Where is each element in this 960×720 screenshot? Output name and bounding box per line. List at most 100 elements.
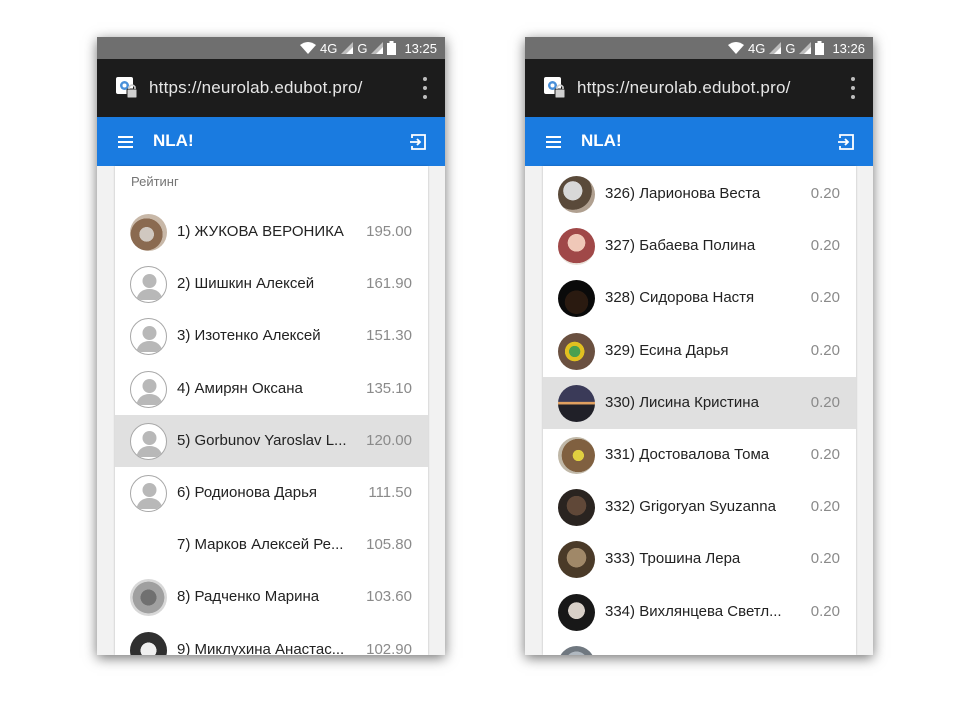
- signal-icon: [769, 42, 782, 54]
- list-item-name: 332) Grigoryan Syuzanna: [605, 498, 776, 516]
- list-item-score: 195.00: [366, 223, 412, 240]
- network-type-2: G: [785, 40, 796, 56]
- network-type-1: 4G: [747, 40, 766, 56]
- clock: 13:25: [404, 40, 437, 56]
- list-item-score: 0.20: [810, 185, 840, 202]
- signal-icon: [799, 42, 812, 54]
- wifi-icon: [299, 42, 316, 54]
- list-item-name: 334) Вихлянцева Светл...: [605, 602, 782, 620]
- list-item[interactable]: 330) Лисина Кристина 0.20: [543, 376, 856, 429]
- list-item-name: 3) Изотенко Алексей: [177, 327, 321, 345]
- list-item-score: 102.90: [366, 640, 412, 655]
- url-text[interactable]: https://neurolab.edubot.pro/: [149, 78, 363, 98]
- list-item[interactable]: 2) Шишкин Алексей 161.90: [115, 258, 428, 310]
- list-item-name: 2) Шишкин Алексей: [177, 275, 315, 293]
- list-item-score: 111.50: [368, 484, 412, 501]
- list-item[interactable]: 3) Изотенко Алексей 151.30: [115, 310, 428, 362]
- list-item-name: 333) Трошина Лера: [605, 550, 741, 568]
- list-item-name: 4) Амирян Оксана: [177, 379, 303, 397]
- avatar: [130, 631, 167, 655]
- user-silhouette-icon: [130, 266, 167, 304]
- list-item[interactable]: 328) Сидорова Настя 0.20: [543, 272, 856, 324]
- list-item-score: 151.30: [366, 327, 412, 345]
- user-silhouette-icon: [130, 422, 167, 460]
- list-item[interactable]: 331) Достовалова Тома 0.20: [543, 429, 856, 481]
- site-security-icon[interactable]: [115, 76, 139, 100]
- avatar: [558, 489, 595, 527]
- signal-icon: [371, 42, 384, 54]
- more-vert-icon[interactable]: [849, 77, 857, 99]
- list-item-score: 120.00: [366, 431, 412, 449]
- list-item-name: 331) Достовалова Тома: [605, 446, 770, 463]
- browser-url-bar[interactable]: https://neurolab.edubot.pro/: [525, 59, 873, 117]
- list-item-name: 326) Ларионова Веста: [605, 185, 761, 202]
- list-item-score: 0.20: [810, 341, 840, 359]
- list-item[interactable]: 6) Родионова Дарья 111.50: [115, 467, 428, 519]
- url-text[interactable]: https://neurolab.edubot.pro/: [577, 78, 791, 98]
- list-item[interactable]: 8) Радченко Марина 103.60: [115, 571, 428, 623]
- status-bar: 4G G 13:26: [525, 37, 873, 59]
- avatar: [558, 228, 595, 266]
- rating-list[interactable]: 326) Ларионова Веста 0.20 327) Бабаева Пол…: [543, 166, 856, 655]
- battery-icon: [387, 41, 397, 55]
- list-item-name: 1) ЖУКОВА ВЕРОНИКА: [177, 223, 344, 240]
- list-item[interactable]: [543, 638, 856, 655]
- list-item-score: 0.20: [810, 550, 840, 568]
- avatar: [130, 579, 167, 617]
- clock: 13:26: [832, 40, 865, 56]
- app-title: NLA!: [581, 131, 622, 150]
- list-item-score: 0.20: [810, 498, 840, 516]
- wifi-icon: [727, 42, 744, 54]
- list-item-score: 0.20: [810, 289, 840, 307]
- list-item-name: 329) Есина Дарья: [605, 341, 729, 359]
- battery-icon: [815, 41, 825, 55]
- logout-icon[interactable]: [409, 133, 427, 151]
- list-item-name: 7) Марков Алексей Ре...: [177, 536, 344, 554]
- list-item[interactable]: 333) Трошина Лера 0.20: [543, 533, 856, 585]
- network-type-1: 4G: [319, 40, 338, 56]
- list-item[interactable]: 9) Миклухина Анастас... 102.90: [115, 624, 428, 655]
- list-item-score: 135.10: [366, 379, 412, 397]
- avatar: [130, 214, 167, 251]
- user-silhouette-icon: [130, 475, 167, 512]
- avatar: [558, 332, 595, 370]
- browser-url-bar[interactable]: https://neurolab.edubot.pro/: [97, 59, 445, 117]
- app-toolbar: NLA!: [97, 117, 445, 166]
- avatar: [558, 593, 595, 631]
- list-item-score: 103.60: [366, 588, 412, 606]
- list-item-score: 0.20: [810, 237, 840, 255]
- list-item-name: 9) Миклухина Анастас...: [177, 640, 345, 655]
- list-item[interactable]: 334) Вихлянцева Светл... 0.20: [543, 586, 856, 638]
- logout-icon[interactable]: [837, 133, 855, 151]
- more-vert-icon[interactable]: [421, 77, 429, 99]
- list-item-name: 328) Сидорова Настя: [605, 289, 755, 307]
- list-item[interactable]: 5) Gorbunov Yaroslav L... 120.00: [115, 414, 428, 467]
- list-item[interactable]: 326) Ларионова Веста 0.20: [543, 168, 856, 220]
- list-item[interactable]: 327) Бабаева Полина 0.20: [543, 220, 856, 272]
- list-item-score: 105.80: [366, 536, 412, 554]
- list-item[interactable]: 329) Есина Дарья 0.20: [543, 325, 856, 377]
- avatar: [558, 541, 595, 579]
- app-toolbar: NLA!: [525, 117, 873, 166]
- network-type-2: G: [357, 40, 368, 56]
- avatar: [558, 437, 595, 474]
- list-item[interactable]: 1) ЖУКОВА ВЕРОНИКА 195.00: [115, 206, 428, 258]
- app-title: NLA!: [153, 131, 194, 150]
- hamburger-menu-icon[interactable]: [118, 136, 133, 148]
- list-item-score: 0.20: [810, 393, 840, 411]
- status-bar: 4G G 13:25: [97, 37, 445, 59]
- list-item-score: 0.20: [810, 446, 840, 463]
- list-item-name: 5) Gorbunov Yaroslav L...: [177, 431, 347, 449]
- avatar: [558, 384, 595, 422]
- rating-list[interactable]: Рейтинг 1) ЖУКОВА ВЕРОНИКА 195.00 2) Шишки…: [115, 166, 428, 655]
- list-item[interactable]: 4) Амирян Оксана 135.10: [115, 363, 428, 415]
- signal-icon: [341, 42, 354, 54]
- site-security-icon[interactable]: [543, 76, 567, 100]
- hamburger-menu-icon[interactable]: [546, 136, 561, 148]
- list-item-name: 8) Радченко Марина: [177, 588, 320, 606]
- section-title: Рейтинг: [131, 174, 179, 189]
- list-item[interactable]: 332) Grigoryan Syuzanna 0.20: [543, 481, 856, 533]
- avatar: [558, 645, 595, 655]
- list-item[interactable]: 7) Марков Алексей Ре... 105.80: [115, 519, 428, 571]
- list-item-name: 330) Лисина Кристина: [605, 393, 759, 411]
